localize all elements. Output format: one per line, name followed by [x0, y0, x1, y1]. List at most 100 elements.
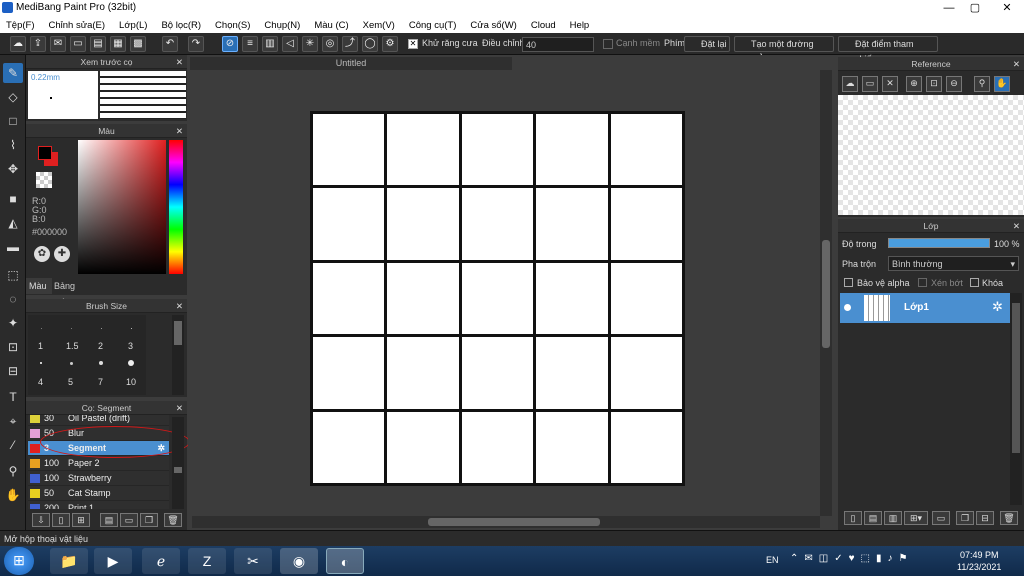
- brush-item-paper-2[interactable]: 100 Paper 2: [28, 456, 169, 471]
- chrome-icon[interactable]: ◉: [280, 548, 318, 574]
- duplicate-icon[interactable]: ❐: [956, 511, 974, 525]
- palette-add-icon[interactable]: ✚: [54, 246, 70, 262]
- medibang-icon[interactable]: ◐: [326, 548, 364, 574]
- opacity-slider[interactable]: [888, 238, 990, 248]
- clock-date[interactable]: 11/23/2021: [957, 562, 1001, 572]
- palette-icon[interactable]: ✿: [34, 246, 50, 262]
- hand-icon[interactable]: ✋: [994, 76, 1010, 92]
- cross-snap-icon[interactable]: ▥: [262, 36, 278, 52]
- select-pen-tool-icon[interactable]: ⊡: [3, 337, 23, 357]
- add-brush-icon[interactable]: ⊞: [72, 513, 90, 527]
- menu-select[interactable]: Chọn(S): [215, 20, 250, 31]
- size-5[interactable]: 5: [68, 377, 73, 387]
- folder-icon[interactable]: ▭: [120, 513, 138, 527]
- hand-tool-icon[interactable]: ✋: [3, 485, 23, 505]
- fill-rect-tool-icon[interactable]: ■: [3, 189, 23, 209]
- alpha-protect-checkbox[interactable]: [844, 278, 853, 287]
- scroll-thumb[interactable]: [822, 240, 830, 348]
- zoom-out-icon[interactable]: ⊖: [946, 76, 962, 92]
- new-layer-icon[interactable]: ▯: [844, 511, 862, 525]
- transparent-color-swatch[interactable]: [36, 172, 52, 188]
- menu-filter[interactable]: Bộ lọc(R): [161, 20, 201, 31]
- brush-settings-icon[interactable]: ▤: [100, 513, 118, 527]
- size-7[interactable]: 7: [98, 377, 103, 387]
- operation-tool-icon[interactable]: ⌖: [3, 411, 23, 431]
- size-1[interactable]: 1: [38, 341, 43, 351]
- trash-icon[interactable]: 🗑: [1000, 511, 1018, 525]
- move-tool-icon[interactable]: ✥: [3, 159, 23, 179]
- blend-select[interactable]: Bình thường ▾: [888, 256, 1019, 271]
- gear-icon[interactable]: ✲: [992, 299, 1003, 315]
- brush-item-cat-stamp[interactable]: 50 Cat Stamp: [28, 486, 169, 501]
- tray-icons[interactable]: ⌃✉◫✓♥⬚▮♪⚑: [790, 553, 930, 569]
- close-icon[interactable]: ✕: [176, 55, 183, 69]
- dot-tool-icon[interactable]: ⌇: [3, 135, 23, 155]
- brush-list-scrollbar[interactable]: [172, 417, 184, 509]
- cloud-download-icon[interactable]: ⇩: [32, 513, 50, 527]
- snap-settings-icon[interactable]: ⚙: [382, 36, 398, 52]
- lasso-tool-icon[interactable]: ◌: [3, 289, 23, 309]
- new-8bit-layer-icon[interactable]: ▥: [884, 511, 902, 525]
- straight-line-button[interactable]: Tạo một đường thẳng: [734, 36, 834, 64]
- start-button[interactable]: ⊞: [4, 547, 34, 575]
- reset-button[interactable]: Đặt lại: [684, 36, 730, 52]
- document-icon[interactable]: ▤: [90, 36, 106, 52]
- drawing-canvas[interactable]: [310, 111, 685, 486]
- size-1.5[interactable]: 1.5: [66, 341, 79, 351]
- maximize-button[interactable]: ▢: [964, 0, 986, 17]
- clock-time[interactable]: 07:49 PM: [960, 550, 999, 560]
- media-player-icon[interactable]: ▶: [94, 548, 132, 574]
- brush-size-scrollbar[interactable]: [172, 315, 184, 395]
- zalo-icon[interactable]: Z: [188, 548, 226, 574]
- antialias-checkbox[interactable]: ✕: [408, 39, 418, 49]
- adjust-select[interactable]: 40: [522, 37, 594, 52]
- internet-explorer-icon[interactable]: ℯ: [142, 548, 180, 574]
- parallel-snap-icon[interactable]: ≡: [242, 36, 258, 52]
- menu-help[interactable]: Help: [570, 20, 590, 31]
- reference-canvas[interactable]: [838, 95, 1024, 215]
- scroll-thumb[interactable]: [174, 321, 182, 345]
- radial-snap-icon[interactable]: ✳: [302, 36, 318, 52]
- menu-cloud[interactable]: Cloud: [531, 20, 556, 31]
- menu-edit[interactable]: Chỉnh sửa(E): [49, 20, 106, 31]
- horizontal-scrollbar[interactable]: [192, 516, 820, 528]
- visibility-icon[interactable]: [844, 304, 851, 311]
- saturation-value-picker[interactable]: [78, 140, 166, 274]
- rectangle-tool-icon[interactable]: □: [3, 111, 23, 131]
- new-halftone-layer-icon[interactable]: ▤: [864, 511, 882, 525]
- menu-layer[interactable]: Lớp(L): [119, 20, 147, 31]
- folder-open-icon[interactable]: ▭: [862, 76, 878, 92]
- layers-scrollbar[interactable]: [1010, 293, 1022, 505]
- chat-icon[interactable]: ✉: [50, 36, 66, 52]
- menu-view[interactable]: Xem(V): [363, 20, 395, 31]
- select-eraser-tool-icon[interactable]: ⊟: [3, 361, 23, 381]
- paint-tool-icon[interactable]: ✂: [234, 548, 272, 574]
- divide-tool-icon[interactable]: ⁄: [3, 435, 23, 455]
- share-icon[interactable]: ⇪: [30, 36, 46, 52]
- fit-icon[interactable]: ⊡: [926, 76, 942, 92]
- cloud-icon[interactable]: ☁: [10, 36, 26, 52]
- language-indicator[interactable]: EN: [766, 555, 779, 565]
- vertical-scrollbar[interactable]: [820, 70, 832, 516]
- duplicate-icon[interactable]: ❐: [140, 513, 158, 527]
- curve-snap-icon[interactable]: ⤴: [342, 36, 358, 52]
- close-icon[interactable]: ✕: [176, 124, 183, 138]
- size-4[interactable]: 4: [38, 377, 43, 387]
- magic-wand-tool-icon[interactable]: ✦: [3, 313, 23, 333]
- menu-snap[interactable]: Chụp(N): [264, 20, 300, 31]
- size-3[interactable]: 3: [128, 341, 133, 351]
- cloud-icon[interactable]: ☁: [842, 76, 858, 92]
- snap-off-icon[interactable]: ⊘: [222, 36, 238, 52]
- redo-icon[interactable]: ↷: [188, 36, 204, 52]
- text-tool-icon[interactable]: T: [3, 387, 23, 407]
- brush-item-strawberry[interactable]: 100 Strawberry: [28, 471, 169, 486]
- scroll-thumb[interactable]: [1012, 303, 1020, 453]
- comment-icon[interactable]: ▭: [70, 36, 86, 52]
- add-layer-menu-icon[interactable]: ⊞▾: [904, 511, 928, 525]
- bucket-tool-icon[interactable]: ◭: [3, 213, 23, 233]
- material-icon[interactable]: ▦: [110, 36, 126, 52]
- reference-point-button[interactable]: Đặt điểm tham chiếu: [838, 36, 938, 64]
- perspective-snap-icon[interactable]: ◁: [282, 36, 298, 52]
- brush-tool-icon[interactable]: ✎: [3, 63, 23, 83]
- select-tool-icon[interactable]: ⬚: [3, 265, 23, 285]
